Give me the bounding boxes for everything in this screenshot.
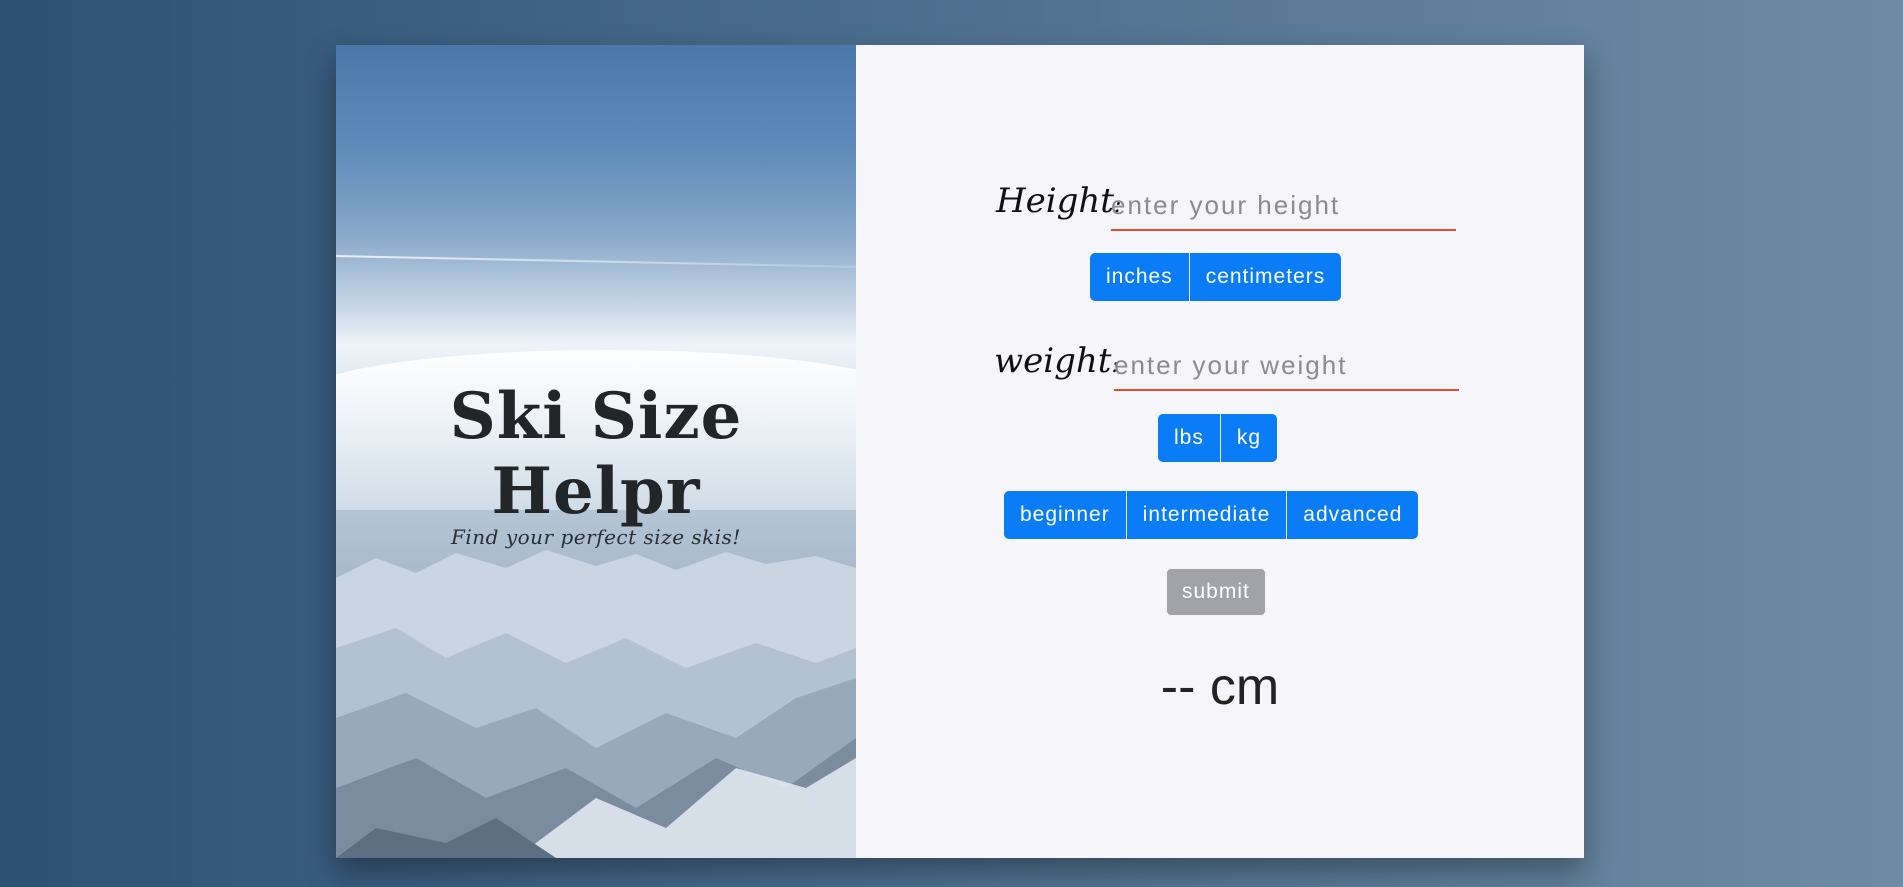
unit-inches-button[interactable]: inches <box>1090 253 1190 301</box>
height-label: Height: <box>996 181 1122 221</box>
unit-centimeters-button[interactable]: centimeters <box>1189 253 1342 301</box>
app-title: Ski Size Helpr <box>449 379 743 529</box>
skill-level-toggle: beginner intermediate advanced <box>1004 491 1419 539</box>
weight-unit-toggle: lbs kg <box>1158 414 1278 462</box>
unit-kg-button[interactable]: kg <box>1220 414 1278 462</box>
app-subtitle: Find your perfect size skis! <box>451 525 741 549</box>
submit-button[interactable]: submit <box>1167 569 1265 615</box>
contrail <box>336 255 856 268</box>
height-unit-toggle: inches centimeters <box>1090 253 1342 301</box>
app-card: Ski Size Helpr Find your perfect size sk… <box>336 45 1584 858</box>
hero-panel: Ski Size Helpr Find your perfect size sk… <box>336 45 856 858</box>
height-input[interactable] <box>1111 187 1456 231</box>
result-display: -- cm <box>1160 658 1280 716</box>
level-beginner-button[interactable]: beginner <box>1004 491 1127 539</box>
unit-lbs-button[interactable]: lbs <box>1158 414 1221 462</box>
level-intermediate-button[interactable]: intermediate <box>1126 491 1288 539</box>
weight-label-text: weight <box>994 341 1112 381</box>
form-panel: Height: inches centimeters weight: lbs k… <box>856 45 1584 858</box>
level-advanced-button[interactable]: advanced <box>1287 491 1419 539</box>
height-label-text: Height <box>996 181 1114 221</box>
weight-label: weight: <box>994 341 1119 381</box>
weight-input[interactable] <box>1114 347 1459 391</box>
